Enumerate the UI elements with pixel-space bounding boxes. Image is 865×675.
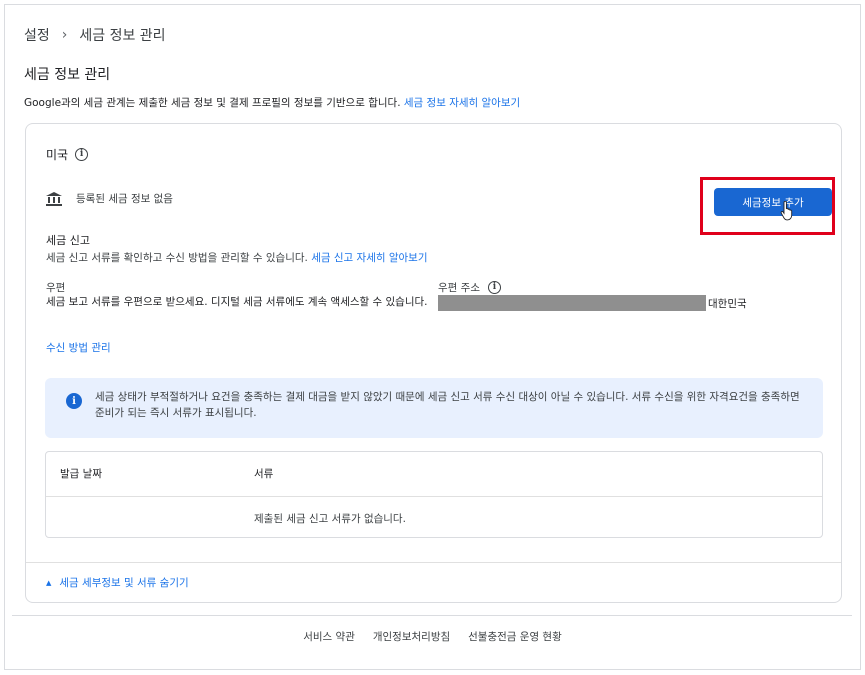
breadcrumb: 설정 › 세금 정보 관리 (24, 25, 166, 45)
address-label-row: 우편 주소 i (438, 280, 501, 295)
info-icon[interactable]: i (75, 148, 89, 161)
tax-filing-title: 세금 신고 (46, 234, 90, 247)
learn-tax-info-link[interactable]: 세금 정보 자세히 알아보기 (404, 97, 520, 109)
address-country: 대한민국 (708, 298, 747, 310)
redacted-address (438, 295, 706, 311)
tax-info-card: 미국 i 등록된 세금 정보 없음 세금정보 추가 세금 신고 세금 신고 서류… (25, 123, 842, 603)
empty-table-message: 제출된 세금 신고 서류가 없습니다. (254, 513, 406, 525)
footer-terms-link[interactable]: 서비스 약관 (303, 629, 355, 644)
footer-prepaid-link[interactable]: 선불충전금 운영 현황 (468, 629, 562, 644)
column-header-issue-date: 발급 날짜 (60, 468, 102, 480)
info-filled-icon: i (66, 393, 82, 409)
intro-body: Google과의 세금 관계는 제출한 세금 정보 및 결제 프로필의 정보를 … (24, 97, 404, 109)
notice-banner: i 세금 상태가 부적절하거나 요건을 충족하는 결제 대금을 받지 않았기 때… (45, 378, 823, 438)
breadcrumb-settings-link[interactable]: 설정 (24, 25, 50, 45)
column-header-documents: 서류 (254, 468, 274, 480)
hand-cursor-icon (780, 201, 793, 221)
mail-desc: 세금 보고 서류를 우편으로 받으세요. 디지털 세금 서류에도 계속 액세스할… (46, 296, 428, 308)
footer: 서비스 약관 개인정보처리방침 선불충전금 운영 현황 (0, 629, 865, 644)
country-header: 미국 i (46, 146, 89, 163)
mail-label: 우편 (46, 282, 66, 294)
no-tax-info-row: 등록된 세금 정보 없음 (46, 191, 173, 206)
footer-divider (12, 615, 852, 616)
hide-details-toggle[interactable]: ▲ 세금 세부정보 및 서류 숨기기 (46, 575, 189, 590)
chevron-right-icon: › (61, 27, 68, 43)
intro-text: Google과의 세금 관계는 제출한 세금 정보 및 결제 프로필의 정보를 … (24, 95, 520, 110)
notice-text: 세금 상태가 부적절하거나 요건을 충족하는 결제 대금을 받지 않았기 때문에… (95, 391, 800, 419)
table-divider (46, 496, 822, 497)
hide-details-label: 세금 세부정보 및 서류 숨기기 (59, 577, 189, 589)
tax-filing-desc: 세금 신고 서류를 확인하고 수신 방법을 관리할 수 있습니다. 세금 신고 … (46, 250, 428, 265)
footer-privacy-link[interactable]: 개인정보처리방침 (373, 629, 450, 644)
info-icon[interactable]: i (487, 281, 501, 294)
country-name: 미국 (46, 148, 69, 162)
manage-delivery-link[interactable]: 수신 방법 관리 (46, 340, 111, 355)
address-label: 우편 주소 (438, 282, 480, 294)
page-title: 세금 정보 관리 (24, 67, 111, 83)
bank-icon (46, 191, 62, 206)
tax-filing-desc-text: 세금 신고 서류를 확인하고 수신 방법을 관리할 수 있습니다. (46, 252, 312, 264)
card-divider (26, 562, 841, 563)
caret-up-icon: ▲ (46, 578, 52, 587)
breadcrumb-current: 세금 정보 관리 (79, 28, 166, 44)
learn-tax-filing-link[interactable]: 세금 신고 자세히 알아보기 (311, 252, 427, 264)
add-tax-info-button[interactable]: 세금정보 추가 (714, 188, 832, 216)
no-tax-info-label: 등록된 세금 정보 없음 (76, 193, 173, 205)
documents-table: 발급 날짜 서류 제출된 세금 신고 서류가 없습니다. (45, 451, 823, 538)
